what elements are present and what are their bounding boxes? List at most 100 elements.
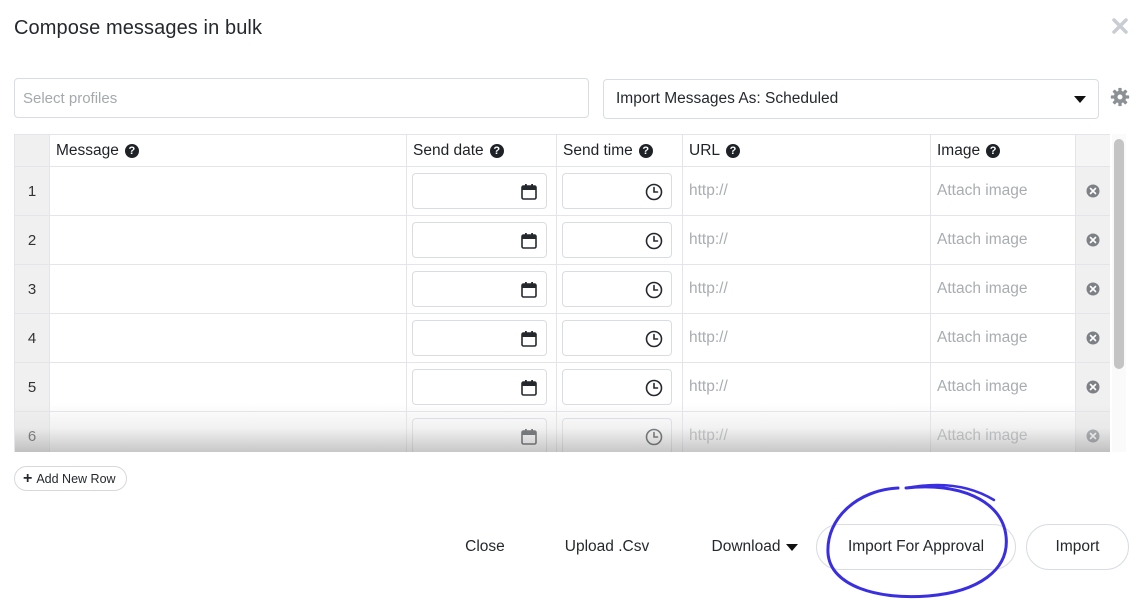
send-date-picker[interactable]	[412, 173, 547, 209]
image-cell[interactable]: Attach image	[931, 363, 1076, 412]
url-cell[interactable]: http://	[683, 265, 931, 314]
delete-row-cell	[1076, 167, 1110, 216]
delete-column-header	[1076, 135, 1110, 167]
table-row: 5 http:// Attach image	[15, 363, 1110, 412]
remove-row-icon[interactable]	[1086, 184, 1100, 198]
row-number: 5	[15, 363, 50, 412]
gear-icon[interactable]	[1110, 87, 1130, 107]
dialog-title: Compose messages in bulk	[14, 17, 263, 39]
table-row: 2 http:// Attach image	[15, 216, 1110, 265]
attach-image-placeholder: Attach image	[937, 427, 1028, 444]
download-label: Download	[711, 538, 781, 555]
column-header-image: Image ?	[931, 135, 1076, 167]
help-icon[interactable]: ?	[986, 143, 1001, 158]
url-cell[interactable]: http://	[683, 412, 931, 452]
image-cell[interactable]: Attach image	[931, 216, 1076, 265]
message-cell[interactable]	[50, 412, 407, 452]
calendar-icon	[521, 184, 537, 200]
url-placeholder: http://	[689, 329, 728, 346]
column-header-send-time: Send time ?	[557, 135, 683, 167]
url-cell[interactable]: http://	[683, 167, 931, 216]
send-date-cell	[407, 314, 557, 363]
url-cell[interactable]: http://	[683, 363, 931, 412]
row-number: 3	[15, 265, 50, 314]
attach-image-placeholder: Attach image	[937, 329, 1028, 346]
add-new-row-label: Add New Row	[36, 471, 116, 486]
help-icon[interactable]: ?	[489, 143, 504, 158]
close-icon[interactable]	[1108, 14, 1132, 38]
send-date-cell	[407, 412, 557, 452]
url-placeholder: http://	[689, 182, 728, 199]
url-cell[interactable]: http://	[683, 216, 931, 265]
row-number-label: 3	[27, 280, 37, 298]
import-button[interactable]: Import	[1026, 524, 1129, 570]
send-time-picker[interactable]	[562, 369, 672, 405]
import-mode-select[interactable]: Import Messages As: Scheduled	[603, 79, 1099, 119]
upload-csv-button[interactable]: Upload .Csv	[553, 524, 661, 570]
image-cell[interactable]: Attach image	[931, 167, 1076, 216]
close-button[interactable]: Close	[455, 524, 515, 570]
send-date-picker[interactable]	[412, 271, 547, 307]
send-date-picker[interactable]	[412, 418, 547, 452]
plus-icon: +	[23, 469, 33, 487]
remove-row-icon[interactable]	[1086, 331, 1100, 345]
remove-row-icon[interactable]	[1086, 429, 1100, 443]
row-number-label: 6	[27, 427, 37, 445]
column-header-label: Send date	[413, 141, 484, 159]
send-date-cell	[407, 363, 557, 412]
column-header-url: URL ?	[683, 135, 931, 167]
send-time-cell	[557, 265, 683, 314]
clock-icon	[645, 232, 663, 250]
row-number-label: 1	[27, 182, 37, 200]
attach-image-placeholder: Attach image	[937, 378, 1028, 395]
delete-row-cell	[1076, 363, 1110, 412]
send-time-picker[interactable]	[562, 222, 672, 258]
remove-row-icon[interactable]	[1086, 380, 1100, 394]
send-time-picker[interactable]	[562, 320, 672, 356]
row-number: 4	[15, 314, 50, 363]
send-date-picker[interactable]	[412, 222, 547, 258]
delete-row-cell	[1076, 412, 1110, 452]
send-time-picker[interactable]	[562, 271, 672, 307]
import-mode-selected-value: Import Messages As: Scheduled	[616, 90, 839, 107]
send-date-cell	[407, 216, 557, 265]
help-icon[interactable]: ?	[726, 143, 741, 158]
url-cell[interactable]: http://	[683, 314, 931, 363]
image-cell[interactable]: Attach image	[931, 265, 1076, 314]
remove-row-icon[interactable]	[1086, 282, 1100, 296]
message-cell[interactable]	[50, 167, 407, 216]
send-time-cell	[557, 216, 683, 265]
send-date-cell	[407, 265, 557, 314]
clock-icon	[645, 281, 663, 299]
send-date-picker[interactable]	[412, 320, 547, 356]
clock-icon	[645, 330, 663, 348]
message-cell[interactable]	[50, 265, 407, 314]
message-cell[interactable]	[50, 363, 407, 412]
help-icon[interactable]: ?	[638, 143, 653, 158]
delete-row-cell	[1076, 314, 1110, 363]
select-profiles-input[interactable]	[14, 78, 589, 118]
message-cell[interactable]	[50, 314, 407, 363]
add-new-row-button[interactable]: + Add New Row	[14, 466, 127, 491]
row-number-label: 4	[27, 329, 37, 347]
calendar-icon	[521, 429, 537, 445]
send-date-picker[interactable]	[412, 369, 547, 405]
remove-row-icon[interactable]	[1086, 233, 1100, 247]
help-icon[interactable]: ?	[124, 143, 139, 158]
send-time-picker[interactable]	[562, 418, 672, 452]
calendar-icon	[521, 282, 537, 298]
table-row: 1 http:// Attach image	[15, 167, 1110, 216]
import-for-approval-button[interactable]: Import For Approval	[816, 524, 1016, 570]
column-header-label: Image	[937, 141, 981, 159]
column-header-send-date: Send date ?	[407, 135, 557, 167]
table-row: 6 http:// Attach image	[15, 412, 1110, 452]
table-scrollbar-thumb[interactable]	[1114, 139, 1124, 369]
image-cell[interactable]: Attach image	[931, 314, 1076, 363]
calendar-icon	[521, 233, 537, 249]
send-time-picker[interactable]	[562, 173, 672, 209]
send-time-cell	[557, 167, 683, 216]
download-button[interactable]: Download	[700, 524, 810, 570]
image-cell[interactable]: Attach image	[931, 412, 1076, 452]
message-cell[interactable]	[50, 216, 407, 265]
clock-icon	[645, 428, 663, 446]
